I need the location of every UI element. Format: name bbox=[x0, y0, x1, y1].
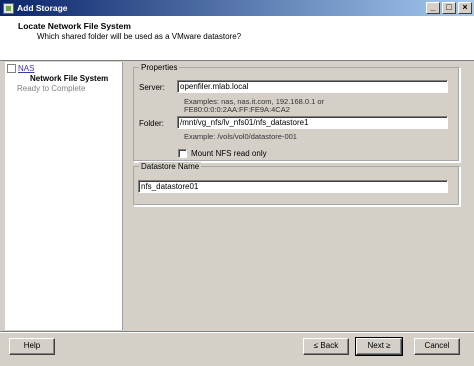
window-title: Add Storage bbox=[17, 3, 68, 13]
wizard-header: Locate Network File System Which shared … bbox=[0, 16, 474, 61]
server-label: Server: bbox=[139, 83, 165, 92]
folder-hint: Example: /vols/vol0/datastore-001 bbox=[184, 132, 297, 141]
step-nas[interactable]: NAS bbox=[7, 64, 34, 73]
page-subtitle: Which shared folder will be used as a VM… bbox=[37, 32, 242, 41]
properties-group: Properties Server: openfiler.mlab.local … bbox=[133, 63, 460, 162]
mount-read-only-checkbox[interactable] bbox=[178, 149, 187, 158]
window-controls: _ □ × bbox=[424, 2, 472, 14]
datastore-name-legend: Datastore Name bbox=[139, 162, 202, 171]
wizard-steps-nav: NAS Network File System Ready to Complet… bbox=[5, 62, 123, 330]
wizard-content: Properties Server: openfiler.mlab.local … bbox=[124, 62, 469, 330]
step-ready-to-complete: Ready to Complete bbox=[17, 84, 86, 93]
cancel-button[interactable]: Cancel bbox=[414, 338, 460, 355]
minimize-icon[interactable]: _ bbox=[426, 2, 440, 14]
datastore-name-group: Datastore Name nfs_datastore01 bbox=[133, 162, 460, 206]
folder-label: Folder: bbox=[139, 119, 164, 128]
step-nas-label[interactable]: NAS bbox=[18, 64, 34, 73]
help-button[interactable]: Help bbox=[9, 338, 55, 355]
folder-input[interactable]: /mnt/vg_nfs/lv_nfs01/nfs_datastore1 bbox=[177, 116, 448, 129]
maximize-icon[interactable]: □ bbox=[442, 2, 456, 14]
back-button[interactable]: ≤ Back bbox=[303, 338, 349, 355]
server-input[interactable]: openfiler.mlab.local bbox=[177, 80, 448, 93]
title-bar: Add Storage _ □ × bbox=[0, 0, 474, 16]
storage-icon bbox=[3, 2, 14, 14]
step-network-file-system: Network File System bbox=[30, 74, 109, 83]
mount-read-only-label[interactable]: Mount NFS read only bbox=[191, 149, 267, 158]
close-icon[interactable]: × bbox=[458, 2, 472, 14]
page-title: Locate Network File System bbox=[18, 21, 131, 31]
bottom-separator bbox=[0, 331, 474, 333]
server-hint-line-2: FE80:0:0:0:2AA:FF:FE9A:4CA2 bbox=[184, 105, 290, 114]
expand-box-icon bbox=[7, 64, 16, 73]
properties-legend: Properties bbox=[139, 63, 180, 72]
datastore-name-input[interactable]: nfs_datastore01 bbox=[138, 180, 448, 193]
next-button[interactable]: Next ≥ bbox=[355, 337, 403, 356]
